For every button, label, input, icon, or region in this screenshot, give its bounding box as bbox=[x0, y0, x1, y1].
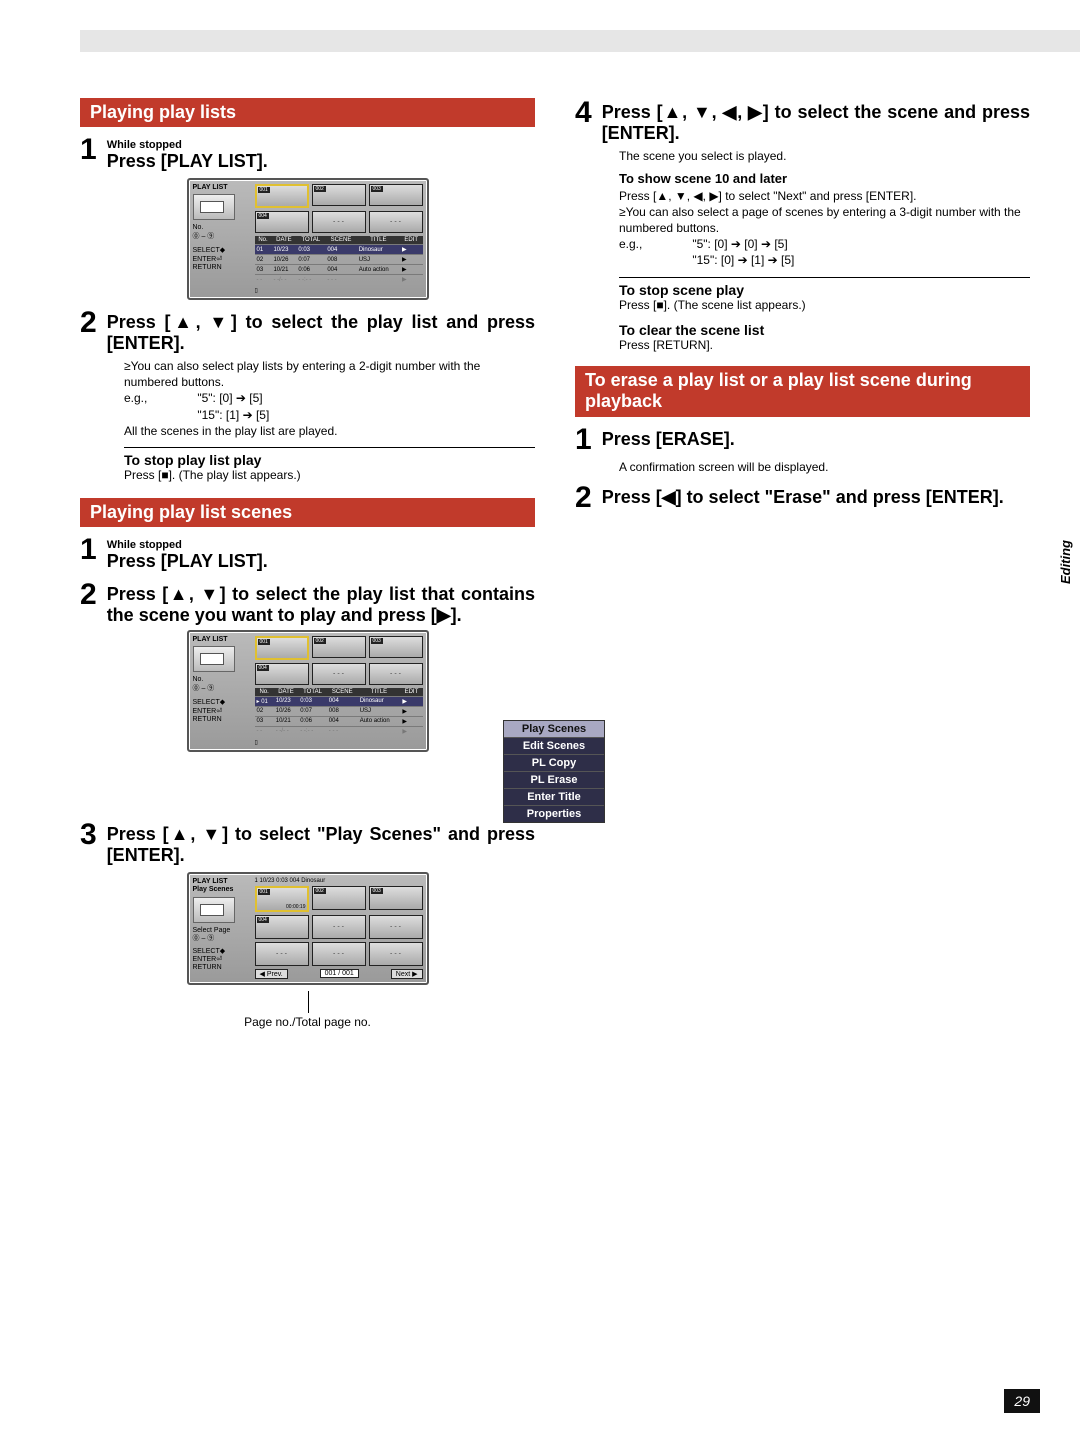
ctx-edit-scenes[interactable]: Edit Scenes bbox=[504, 737, 604, 754]
ctx-play-scenes[interactable]: Play Scenes bbox=[504, 721, 604, 737]
step-2-main: Press [▲, ▼] to select the play list and… bbox=[107, 312, 535, 354]
ctx-properties[interactable]: Properties bbox=[504, 805, 604, 822]
page-indicator: 001 / 001 bbox=[320, 969, 359, 978]
erase-step-1-num: 1 bbox=[575, 425, 592, 455]
to-show-scene-head: To show scene 10 and later bbox=[619, 170, 1030, 188]
clear-scene-list-head: To clear the scene list bbox=[619, 322, 1030, 338]
ctx-pl-copy[interactable]: PL Copy bbox=[504, 754, 604, 771]
step-2-note-a: ≥You can also select play lists by enter… bbox=[124, 358, 535, 390]
top-gray-bar bbox=[80, 30, 1080, 52]
section-title-playing-play-list-scenes: Playing play list scenes bbox=[80, 498, 535, 527]
play-scenes-osd: PLAY LIST Play Scenes Select Page ⓪ – ⑨ … bbox=[187, 872, 429, 985]
scenes-step-3-num: 3 bbox=[80, 820, 97, 850]
prev-page-button[interactable]: ◀ Prev. bbox=[255, 969, 288, 979]
next-page-button[interactable]: Next ▶ bbox=[391, 969, 423, 979]
step-number-2: 2 bbox=[80, 308, 97, 338]
step-1-main: Press [PLAY LIST]. bbox=[107, 151, 268, 172]
erase-step-2-num: 2 bbox=[575, 483, 592, 513]
page-no-callout: Page no./Total page no. bbox=[80, 991, 535, 1031]
ctx-enter-title[interactable]: Enter Title bbox=[504, 788, 604, 805]
step-number-4: 4 bbox=[575, 98, 592, 128]
scenes-step-2-num: 2 bbox=[80, 580, 97, 610]
stop-scene-play-head: To stop scene play bbox=[619, 282, 1030, 298]
stop-play-list-play-body: Press [■]. (The play list appears.) bbox=[124, 468, 535, 482]
page-number: 29 bbox=[1004, 1389, 1040, 1413]
step-2-note-e: All the scenes in the play list are play… bbox=[124, 423, 535, 439]
scenes-step-1-num: 1 bbox=[80, 535, 97, 565]
section-title-erase: To erase a play list or a play list scen… bbox=[575, 366, 1030, 417]
section-title-playing-play-lists: Playing play lists bbox=[80, 98, 535, 127]
play-list-osd-1: PLAY LIST No. ⓪ – ⑨ SELECT◆ ENTER⏎ RETUR… bbox=[187, 178, 429, 300]
step-1-sub: While stopped bbox=[107, 139, 268, 151]
play-list-osd-2: PLAY LIST No. ⓪ – ⑨ SELECT◆ ENTER⏎ RETUR… bbox=[187, 630, 429, 752]
stop-play-list-play-head: To stop play list play bbox=[124, 452, 535, 468]
section-tab: Editing bbox=[1058, 540, 1073, 584]
context-menu: Play Scenes Edit Scenes PL Copy PL Erase… bbox=[503, 720, 605, 823]
ctx-pl-erase[interactable]: PL Erase bbox=[504, 771, 604, 788]
step-number-1: 1 bbox=[80, 135, 97, 165]
